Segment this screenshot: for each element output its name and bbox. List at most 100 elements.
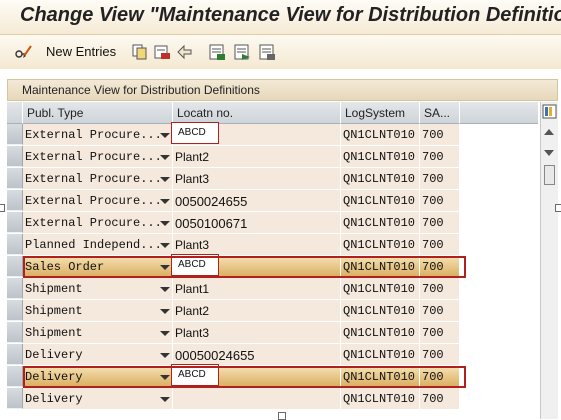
publ-type-cell[interactable]: Shipment — [23, 322, 173, 344]
publ-type-cell[interactable]: Shipment — [23, 300, 173, 322]
log-system-cell[interactable]: QN1CLNT010 — [341, 168, 420, 190]
location-cell[interactable]: Plant2 — [173, 146, 341, 168]
publ-type-cell[interactable]: Shipment — [23, 278, 173, 300]
location-cell[interactable]: 00050024655 — [173, 344, 341, 366]
table-row[interactable]: Delivery QN1CLNT010 700 — [7, 366, 538, 388]
dropdown-arrow-icon[interactable] — [160, 177, 170, 182]
dropdown-arrow-icon[interactable] — [160, 331, 170, 336]
dropdown-arrow-icon[interactable] — [160, 353, 170, 358]
dropdown-arrow-icon[interactable] — [160, 287, 170, 292]
table-row[interactable]: Shipment Plant3 QN1CLNT010 700 — [7, 322, 538, 344]
row-selector[interactable] — [7, 234, 23, 255]
location-cell[interactable]: 0050024655 — [173, 190, 341, 212]
row-selector[interactable] — [7, 212, 23, 233]
table-row[interactable]: External Procure... Plant3 QN1CLNT010 700 — [7, 168, 538, 190]
dropdown-arrow-icon[interactable] — [160, 375, 170, 380]
table-row[interactable]: Delivery QN1CLNT010 700 — [7, 388, 538, 410]
table-row[interactable]: Shipment Plant1 QN1CLNT010 700 — [7, 278, 538, 300]
log-system-cell[interactable]: QN1CLNT010 — [341, 256, 420, 278]
sa-cell[interactable]: 700 — [420, 168, 460, 190]
sa-cell[interactable]: 700 — [420, 322, 460, 344]
log-system-cell[interactable]: QN1CLNT010 — [341, 300, 420, 322]
dropdown-arrow-icon[interactable] — [160, 265, 170, 270]
row-selector[interactable] — [7, 124, 23, 145]
log-system-cell[interactable]: QN1CLNT010 — [341, 344, 420, 366]
publ-type-cell[interactable]: External Procure... — [23, 212, 173, 234]
row-selector[interactable] — [7, 322, 23, 343]
row-selector[interactable] — [7, 256, 23, 277]
log-system-cell[interactable]: QN1CLNT010 — [341, 124, 420, 146]
scroll-thumb[interactable] — [544, 165, 555, 185]
sa-cell[interactable]: 700 — [420, 212, 460, 234]
location-cell[interactable] — [173, 388, 341, 410]
table-row[interactable]: External Procure... 0050100671 QN1CLNT010 7… — [7, 212, 538, 234]
sa-cell[interactable]: 700 — [420, 388, 460, 410]
column-header-sa[interactable]: SA... — [420, 102, 460, 124]
row-selector[interactable] — [7, 300, 23, 321]
row-selector[interactable] — [7, 190, 23, 211]
undo-icon[interactable] — [176, 43, 194, 61]
delete-icon[interactable] — [153, 43, 171, 61]
dropdown-arrow-icon[interactable] — [160, 133, 170, 138]
dropdown-arrow-icon[interactable] — [160, 309, 170, 314]
dropdown-arrow-icon[interactable] — [160, 243, 170, 248]
log-system-cell[interactable]: QN1CLNT010 — [341, 234, 420, 256]
select-block-icon[interactable] — [233, 43, 251, 61]
sa-cell[interactable]: 700 — [420, 344, 460, 366]
table-row[interactable]: Planned Independ... Plant3 QN1CLNT010 700 — [7, 234, 538, 256]
sa-cell[interactable]: 700 — [420, 278, 460, 300]
sa-cell[interactable]: 700 — [420, 256, 460, 278]
row-selector[interactable] — [7, 388, 23, 409]
vertical-scrollbar[interactable] — [540, 102, 558, 419]
table-row[interactable]: External Procure... Plant2 QN1CLNT010 700 — [7, 146, 538, 168]
column-header-publ-type[interactable]: Publ. Type — [23, 102, 173, 124]
deselect-all-icon[interactable] — [258, 43, 276, 61]
glasses-pencil-icon[interactable] — [14, 43, 32, 61]
column-header-location[interactable]: Locatn no. — [173, 102, 341, 124]
sa-cell[interactable]: 700 — [420, 234, 460, 256]
publ-type-cell[interactable]: External Procure... — [23, 146, 173, 168]
publ-type-cell[interactable]: Planned Independ... — [23, 234, 173, 256]
publ-type-cell[interactable]: Delivery — [23, 366, 173, 388]
sa-cell[interactable]: 700 — [420, 300, 460, 322]
log-system-cell[interactable]: QN1CLNT010 — [341, 212, 420, 234]
location-cell[interactable]: Plant3 — [173, 168, 341, 190]
table-row[interactable]: Shipment Plant2 QN1CLNT010 700 — [7, 300, 538, 322]
table-row[interactable]: Delivery 00050024655 QN1CLNT010 700 — [7, 344, 538, 366]
dropdown-arrow-icon[interactable] — [160, 221, 170, 226]
dropdown-arrow-icon[interactable] — [160, 199, 170, 204]
table-row[interactable]: Sales Order QN1CLNT010 700 — [7, 256, 538, 278]
location-cell[interactable]: 0050100671 — [173, 212, 341, 234]
log-system-cell[interactable]: QN1CLNT010 — [341, 322, 420, 344]
scroll-down-icon[interactable] — [544, 150, 554, 156]
row-selector[interactable] — [7, 366, 23, 387]
row-selector[interactable] — [7, 168, 23, 189]
location-cell[interactable]: Plant3 — [173, 234, 341, 256]
log-system-cell[interactable]: QN1CLNT010 — [341, 278, 420, 300]
row-selector[interactable] — [7, 344, 23, 365]
publ-type-cell[interactable]: External Procure... — [23, 124, 173, 146]
scroll-up-icon[interactable] — [544, 129, 554, 135]
dropdown-arrow-icon[interactable] — [160, 155, 170, 160]
log-system-cell[interactable]: QN1CLNT010 — [341, 190, 420, 212]
table-row[interactable]: External Procure... 0050024655 QN1CLNT010 7… — [7, 190, 538, 212]
publ-type-cell[interactable]: External Procure... — [23, 190, 173, 212]
log-system-cell[interactable]: QN1CLNT010 — [341, 146, 420, 168]
sa-cell[interactable]: 700 — [420, 124, 460, 146]
select-all-column-header[interactable] — [7, 102, 23, 124]
row-selector[interactable] — [7, 278, 23, 299]
select-all-icon[interactable] — [208, 43, 226, 61]
sa-cell[interactable]: 700 — [420, 190, 460, 212]
location-cell[interactable]: Plant2 — [173, 300, 341, 322]
publ-type-cell[interactable]: Delivery — [23, 344, 173, 366]
location-cell[interactable]: Plant1 — [173, 278, 341, 300]
log-system-cell[interactable]: QN1CLNT010 — [341, 388, 420, 410]
publ-type-cell[interactable]: Sales Order — [23, 256, 173, 278]
sa-cell[interactable]: 700 — [420, 146, 460, 168]
new-entries-button[interactable]: New Entries — [46, 44, 116, 59]
sa-cell[interactable]: 700 — [420, 366, 460, 388]
publ-type-cell[interactable]: External Procure... — [23, 168, 173, 190]
table-row[interactable]: External Procure... QN1CLNT010 700 — [7, 124, 538, 146]
copy-icon[interactable] — [131, 43, 149, 61]
row-selector[interactable] — [7, 146, 23, 167]
